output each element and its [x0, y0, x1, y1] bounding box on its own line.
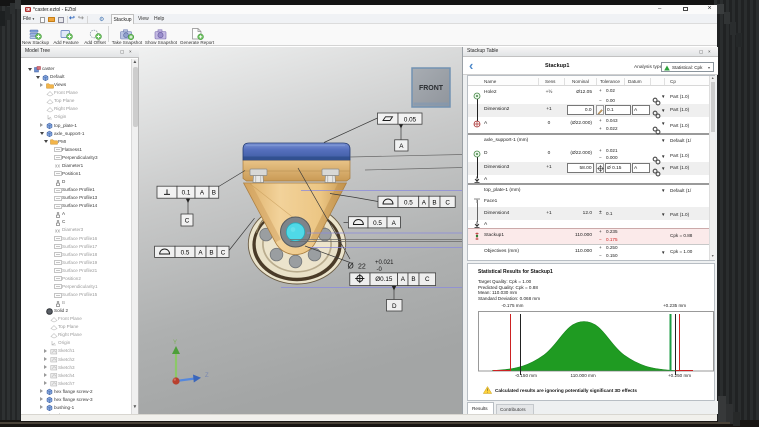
svg-text:xx: xx [55, 228, 61, 234]
svg-text:xx: xx [55, 164, 61, 170]
svg-text:Ø0.15: Ø0.15 [375, 276, 393, 283]
svg-text:22: 22 [358, 264, 366, 271]
svg-text:0.1: 0.1 [182, 190, 191, 197]
svg-text:0.5: 0.5 [181, 250, 190, 257]
svg-text:0.5: 0.5 [404, 200, 413, 207]
svg-text:0.5: 0.5 [373, 220, 382, 227]
svg-text:C: C [185, 217, 190, 224]
svg-text:-0: -0 [377, 267, 383, 273]
svg-text:B: B [432, 200, 436, 207]
svg-text:Y: Y [173, 340, 177, 346]
svg-text:+0.021: +0.021 [375, 260, 394, 266]
svg-text:C: C [445, 200, 450, 207]
svg-text:Ø: Ø [348, 262, 354, 271]
svg-text:0.05: 0.05 [404, 116, 417, 123]
svg-text:C: C [221, 250, 226, 257]
svg-text:C: C [425, 276, 430, 283]
svg-text:B: B [411, 276, 415, 283]
svg-text:Z: Z [205, 373, 209, 379]
svg-text:B: B [209, 250, 213, 257]
svg-text:D: D [392, 303, 397, 310]
svg-text:B: B [212, 190, 216, 197]
